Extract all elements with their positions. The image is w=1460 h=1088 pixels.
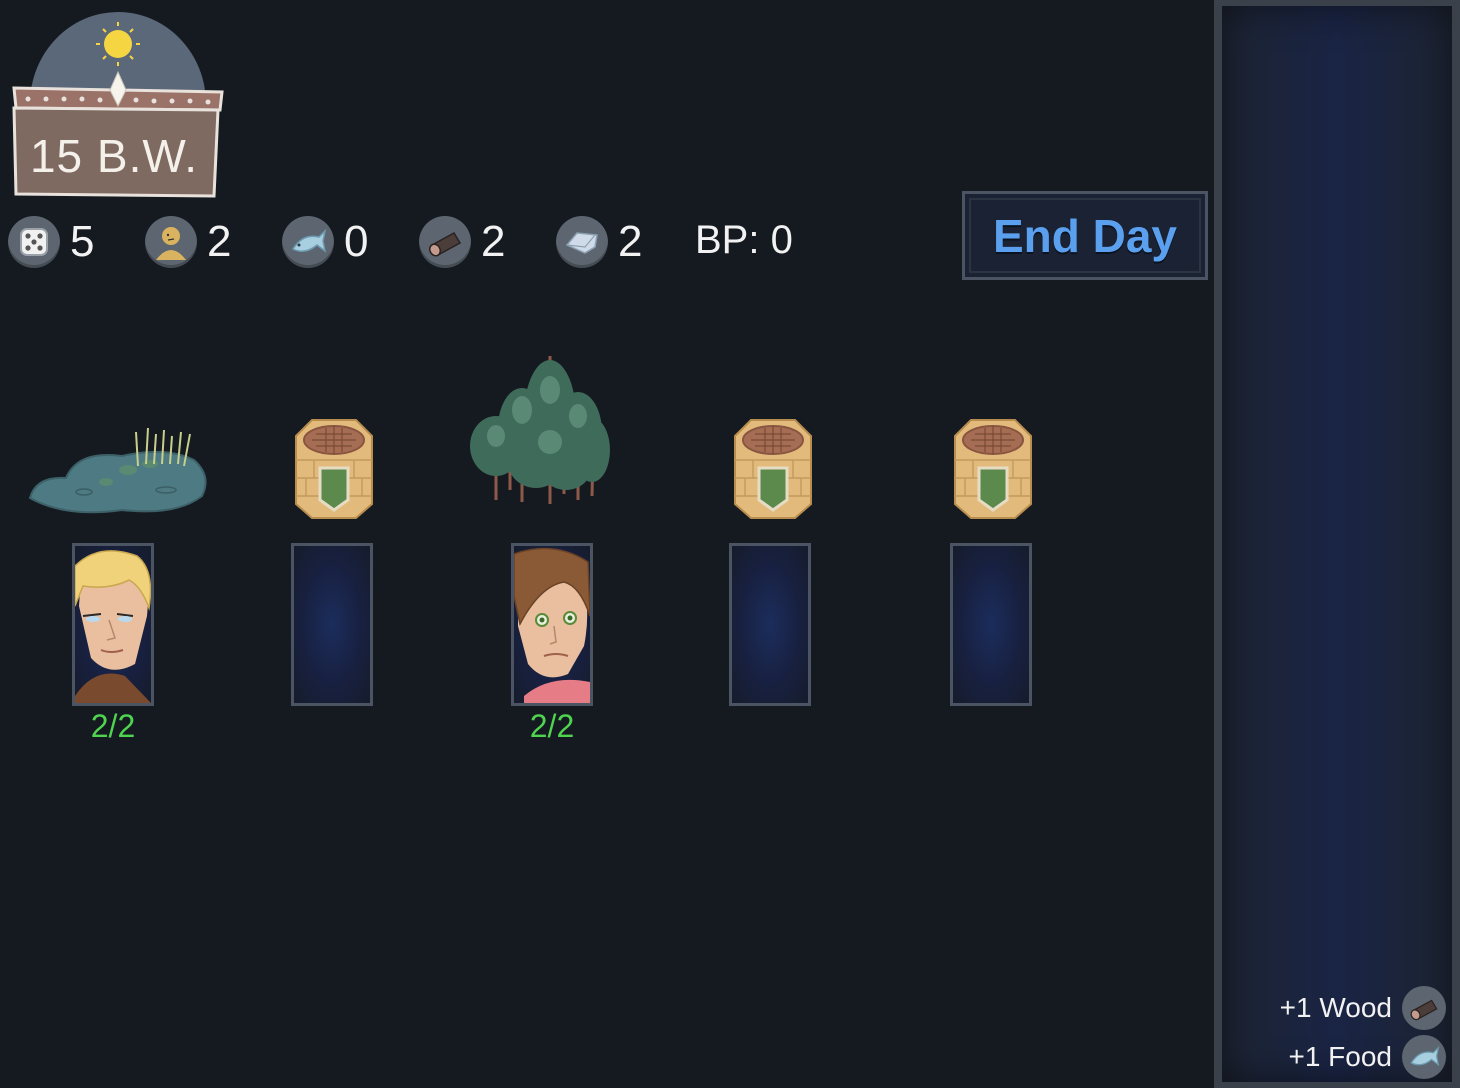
wood-counter: 2 bbox=[419, 214, 505, 270]
bp-counter: BP: 0 bbox=[695, 218, 793, 262]
dice-icon bbox=[8, 216, 60, 268]
event-log-content bbox=[1222, 6, 1452, 1082]
fish-icon bbox=[282, 216, 334, 268]
log-entry-wood: +1 Wood bbox=[1280, 986, 1446, 1030]
end-day-button[interactable]: End Day bbox=[962, 191, 1208, 280]
pond-tile[interactable] bbox=[26, 420, 210, 520]
worker-slot-pond[interactable] bbox=[72, 543, 154, 706]
stone-value: 2 bbox=[618, 217, 643, 266]
well-tile[interactable] bbox=[292, 416, 376, 522]
dice-value: 5 bbox=[70, 217, 95, 266]
stone-counter: 2 bbox=[556, 214, 642, 270]
well-tile[interactable] bbox=[731, 416, 815, 522]
day-label: 15 B.W. bbox=[29, 130, 199, 182]
log-entry-text: +1 Wood bbox=[1279, 992, 1392, 1023]
worker-count: 2/2 bbox=[90, 708, 136, 744]
wood-value: 2 bbox=[481, 217, 506, 266]
well-tile[interactable] bbox=[951, 416, 1035, 522]
villager-portrait-blonde bbox=[75, 550, 151, 703]
forest-tile[interactable] bbox=[466, 350, 614, 510]
log-entry-food: +1 Food bbox=[1288, 1035, 1446, 1079]
villager-portrait-brown-hair bbox=[514, 547, 590, 703]
fish-icon bbox=[1402, 1035, 1446, 1079]
worker-count: 2/2 bbox=[529, 708, 575, 744]
worker-slot-forest[interactable] bbox=[511, 543, 593, 706]
food-value: 0 bbox=[344, 217, 369, 266]
villager-icon bbox=[145, 216, 197, 268]
villager-value: 2 bbox=[207, 217, 232, 266]
worker-slot-empty[interactable] bbox=[950, 543, 1032, 706]
worker-slot-empty[interactable] bbox=[729, 543, 811, 706]
dice-counter: 5 bbox=[8, 214, 94, 270]
stone-icon bbox=[556, 216, 608, 268]
log-icon bbox=[1402, 986, 1446, 1030]
food-counter: 0 bbox=[282, 214, 368, 270]
log-entry-text: +1 Food bbox=[1288, 1041, 1392, 1072]
log-icon bbox=[419, 216, 471, 268]
villager-counter: 2 bbox=[145, 214, 231, 270]
end-day-label: End Day bbox=[992, 209, 1178, 262]
worker-slot-empty[interactable] bbox=[291, 543, 373, 706]
